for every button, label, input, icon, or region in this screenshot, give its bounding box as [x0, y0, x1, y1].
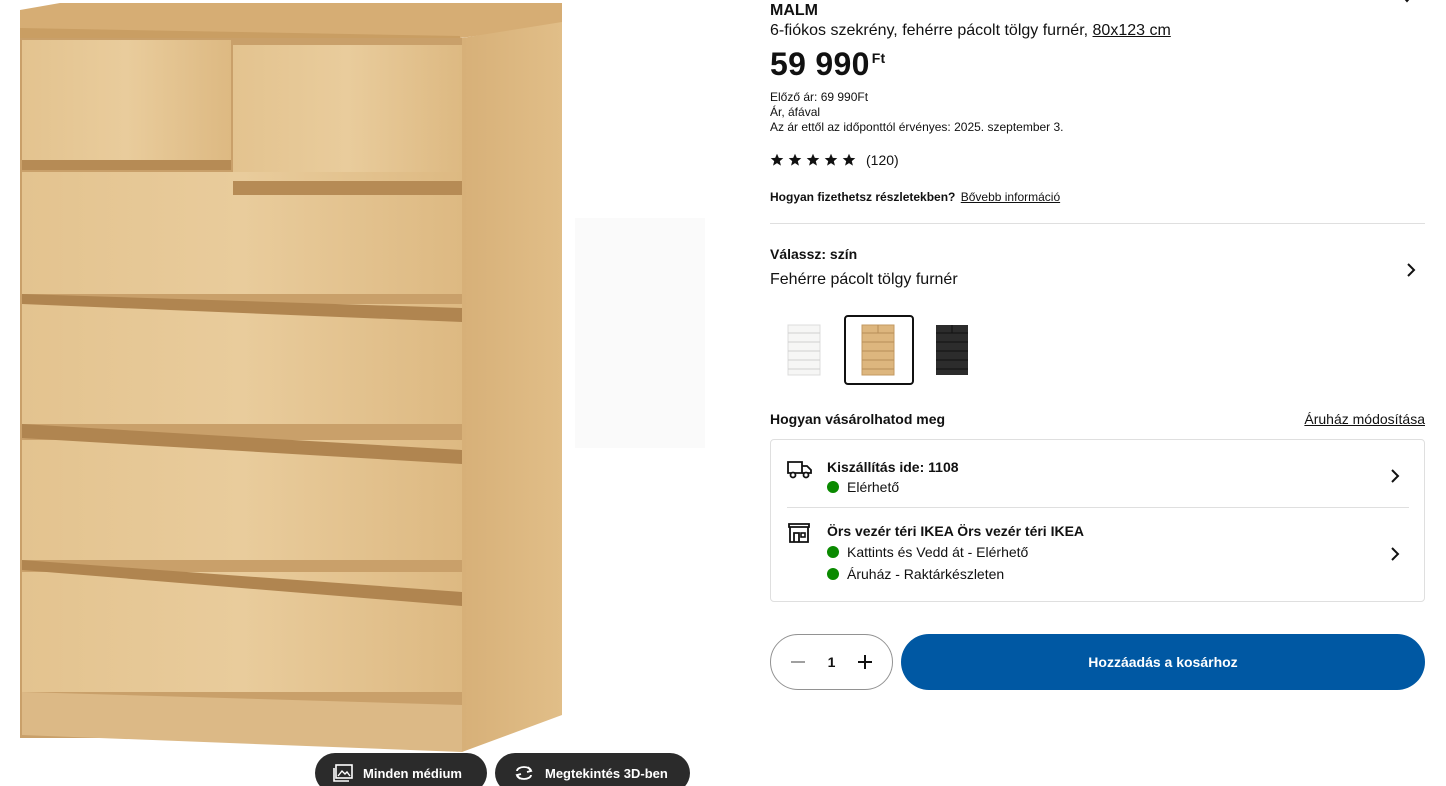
installment-more-link[interactable]: Bővebb információ	[961, 190, 1060, 204]
store-title: Örs vezér téri IKEA Örs vezér téri IKEA	[827, 523, 1085, 539]
black-dresser-thumbnail	[936, 325, 968, 375]
product-size-link[interactable]: 80x123 cm	[1093, 22, 1171, 39]
store-stock-text: Áruház - Raktárkészleten	[847, 566, 1005, 582]
delivery-title: Kiszállítás ide: 1108	[827, 459, 959, 475]
status-dot	[827, 481, 839, 493]
how-to-buy-title: Hogyan vásárolhatod meg	[770, 411, 946, 427]
star-icon	[788, 153, 802, 166]
status-dot	[827, 568, 839, 580]
click-collect-status: Kattints és Vedd át - Elérhető	[827, 544, 1028, 560]
white-dresser-thumbnail	[787, 324, 821, 376]
color-choice-value[interactable]: Fehérre pácolt tölgy furnér	[770, 271, 958, 289]
add-to-cart-button[interactable]: Hozzáadás a kosárhoz	[901, 634, 1425, 690]
swatch-black-brown[interactable]	[918, 315, 988, 385]
favourite-heart-icon[interactable]	[1397, 0, 1417, 8]
chevron-right-icon[interactable]	[1387, 546, 1403, 562]
store-option[interactable]: Örs vezér téri IKEA Örs vezér téri IKEA …	[787, 522, 1409, 586]
oak-dresser-thumbnail	[861, 324, 895, 376]
rating[interactable]: (120)	[770, 152, 899, 168]
store-icon	[788, 523, 810, 543]
delivery-status-text: Elérhető	[847, 479, 900, 495]
divider	[770, 223, 1425, 224]
truck-icon	[787, 461, 812, 479]
product-price: 59 990 Ft	[770, 46, 886, 83]
all-media-label: Minden médium	[363, 765, 462, 781]
price-value: 59 990	[770, 46, 870, 82]
star-icon	[806, 153, 820, 166]
store-stock-status: Áruház - Raktárkészleten	[827, 566, 1004, 582]
swatch-white-stained-oak[interactable]	[844, 315, 914, 385]
delivery-status: Elérhető	[827, 479, 899, 495]
all-media-button[interactable]: Minden médium	[315, 753, 487, 786]
product-name: MALM	[770, 2, 818, 19]
click-collect-text: Kattints és Vedd át - Elérhető	[847, 544, 1029, 560]
price-valid-from: Az ár ettől az időponttól érvényes: 2025…	[770, 120, 1064, 134]
availability-box: Kiszállítás ide: 1108 Elérhető Örs vezér…	[770, 439, 1425, 602]
star-icon	[842, 153, 856, 166]
view-3d-label: Megtekintés 3D-ben	[545, 765, 668, 781]
rating-count: (120)	[866, 152, 899, 168]
swatch-white[interactable]	[770, 315, 840, 385]
star-icon	[824, 153, 838, 166]
previous-price: Előző ár: 69 990Ft	[770, 90, 869, 104]
product-panel: MALM 6-fiókos szekrény, fehérre pácolt t…	[770, 0, 1425, 786]
vat-note: Ár, áfával	[770, 105, 821, 119]
image-gallery-icon	[333, 764, 353, 782]
minus-icon[interactable]	[789, 653, 807, 671]
plus-icon[interactable]	[856, 653, 874, 671]
price-currency: Ft	[871, 50, 886, 66]
product-type: 6-fiókos szekrény, fehérre pácolt tölgy …	[770, 22, 1089, 39]
star-icon	[770, 153, 784, 166]
rotate-3d-icon	[515, 766, 533, 780]
delivery-option[interactable]: Kiszállítás ide: 1108 Elérhető	[787, 458, 1409, 508]
quantity-value[interactable]: 1	[828, 654, 836, 670]
quantity-stepper[interactable]: 1	[770, 634, 893, 690]
product-description: 6-fiókos szekrény, fehérre pácolt tölgy …	[770, 22, 1171, 40]
chevron-right-icon[interactable]	[1387, 468, 1403, 484]
product-image[interactable]	[0, 0, 720, 786]
view-3d-button[interactable]: Megtekintés 3D-ben	[495, 753, 690, 786]
color-choice-label: Válassz: szín	[770, 246, 858, 262]
status-dot	[827, 546, 839, 558]
product-gallery: Minden médium Megtekintés 3D-ben	[0, 0, 720, 786]
chevron-right-icon[interactable]	[1403, 262, 1419, 278]
installment-info: Hogyan fizethetsz részletekben? Bővebb i…	[770, 190, 1060, 204]
change-store-link[interactable]: Áruház módosítása	[1304, 411, 1425, 427]
installment-question: Hogyan fizethetsz részletekben?	[770, 190, 956, 204]
